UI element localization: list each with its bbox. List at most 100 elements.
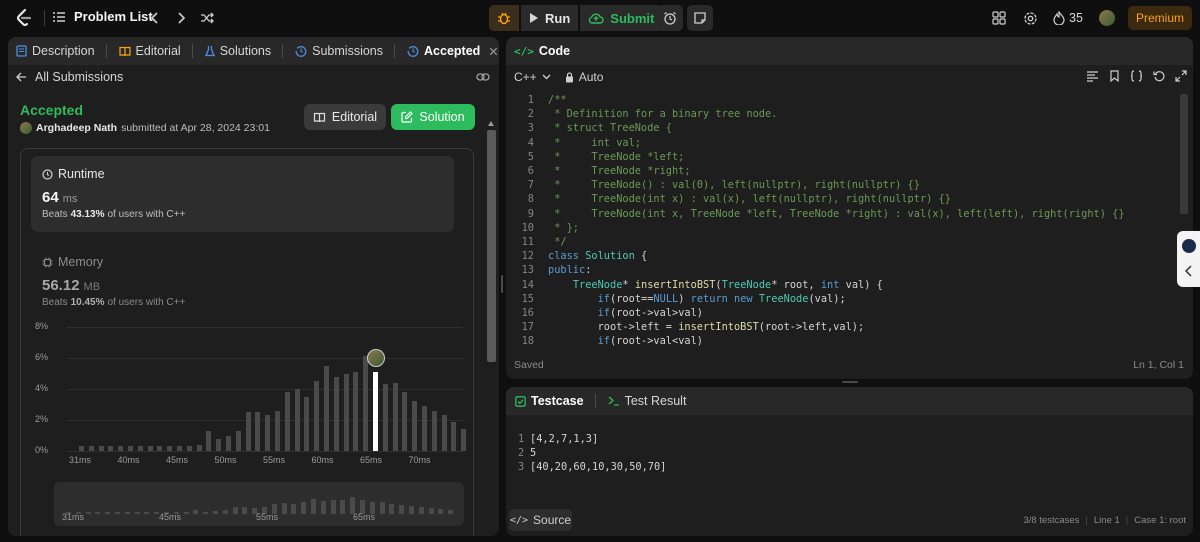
chart-bar[interactable] xyxy=(294,389,300,451)
chart-bar[interactable] xyxy=(157,446,163,451)
streak-counter[interactable]: 35 xyxy=(1053,10,1087,26)
code-line: 6 * TreeNode *right; xyxy=(506,165,691,179)
chart-bar[interactable] xyxy=(235,430,241,451)
reset-icon[interactable] xyxy=(1153,70,1165,82)
memory-box[interactable]: Memory 56.12 MB Beats 10.45% of users with … xyxy=(31,241,454,313)
chart-bar[interactable] xyxy=(79,446,84,451)
memory-value-row: 56.12 MB xyxy=(42,277,100,294)
chart-bar[interactable] xyxy=(118,446,124,451)
code-token: * }; xyxy=(548,221,579,234)
chart-bar[interactable] xyxy=(137,446,143,451)
vertical-splitter-handle[interactable] xyxy=(501,275,503,293)
code-line: 13 public: xyxy=(506,264,592,278)
chart-bar[interactable] xyxy=(88,446,94,451)
side-widget[interactable] xyxy=(1177,231,1200,287)
chart-bar[interactable] xyxy=(177,446,182,451)
chart-bar[interactable] xyxy=(333,376,339,451)
link-icon[interactable] xyxy=(476,71,490,83)
scrollbar-thumb[interactable] xyxy=(487,130,496,362)
testcase-panel: Testcase Test Result 1 [4,2,7,1,3] 25 3 [4… xyxy=(506,387,1193,536)
debug-button[interactable] xyxy=(489,5,519,31)
chart-bar[interactable] xyxy=(98,446,104,451)
horizontal-splitter-handle[interactable] xyxy=(842,381,858,383)
chart-bar[interactable] xyxy=(363,356,369,451)
scroll-up-arrow[interactable] xyxy=(488,121,494,126)
chart-bar[interactable] xyxy=(343,373,349,451)
chart-bar[interactable] xyxy=(392,382,398,451)
leetcode-logo-icon[interactable] xyxy=(14,8,34,28)
tab-solutions[interactable]: Solutions xyxy=(199,37,289,65)
chart-bar[interactable] xyxy=(147,446,153,451)
chart-bar[interactable] xyxy=(206,430,212,451)
code-token: TreeNode xyxy=(572,278,623,291)
auto-mode[interactable]: Auto xyxy=(565,70,603,84)
settings-button[interactable] xyxy=(1022,10,1038,26)
avatar[interactable] xyxy=(1099,10,1115,26)
source-button[interactable]: </> Source xyxy=(509,509,572,531)
testcase-editor[interactable]: 1 [4,2,7,1,3] 25 3 [40,20,60,10,30,50,70] xyxy=(518,432,666,474)
chart-bar[interactable] xyxy=(353,371,359,451)
run-button[interactable]: Run xyxy=(521,5,579,31)
y-tick-label: 6% xyxy=(35,352,49,362)
notes-button[interactable] xyxy=(687,5,713,31)
chart-bar[interactable] xyxy=(412,401,418,451)
premium-button[interactable]: Premium xyxy=(1128,6,1192,30)
tab-description[interactable]: Description xyxy=(8,37,113,65)
editor-scrollbar-thumb[interactable] xyxy=(1180,94,1188,214)
tab-testcase[interactable]: Testcase xyxy=(506,387,602,415)
code-editor[interactable]: 1 /** 2 * Definition for a binary tree nod… xyxy=(506,94,1176,346)
author-name[interactable]: Arghadeep Nath xyxy=(36,122,117,134)
chart-bar[interactable] xyxy=(226,435,231,451)
chart-bar[interactable] xyxy=(324,365,329,451)
prev-problem-button[interactable] xyxy=(146,9,164,27)
chart-bar[interactable] xyxy=(431,410,437,451)
chart-bar[interactable] xyxy=(461,429,467,451)
tab-submissions[interactable]: Submissions xyxy=(289,37,401,65)
code-text: * }; xyxy=(542,222,579,236)
chart-bar[interactable] xyxy=(265,415,271,451)
chart-bar[interactable] xyxy=(245,412,251,451)
scrollbar[interactable] xyxy=(486,121,497,536)
next-problem-button[interactable] xyxy=(172,9,190,27)
chart-bar[interactable] xyxy=(382,384,388,451)
tab-test-result[interactable]: Test Result xyxy=(602,387,693,415)
chart-bar[interactable] xyxy=(186,446,192,451)
runtime-box[interactable]: Runtime 64 ms Beats 43.13% of users with C+… xyxy=(31,156,454,232)
highlighted-bar[interactable] xyxy=(373,371,378,451)
timer-button[interactable] xyxy=(657,5,683,31)
mini-x-tick-label: 65ms xyxy=(353,512,376,522)
range-selector[interactable]: 31ms 45ms 55ms 65ms xyxy=(54,482,464,526)
chart-bar[interactable] xyxy=(196,444,202,451)
chart-bar[interactable] xyxy=(402,392,408,451)
chart-bar[interactable] xyxy=(314,381,320,451)
solution-button[interactable]: Solution xyxy=(391,104,475,130)
history-icon xyxy=(295,46,307,57)
chart-bar[interactable] xyxy=(284,392,290,451)
editorial-button[interactable]: Editorial xyxy=(304,104,386,130)
close-icon[interactable]: ✕ xyxy=(488,44,498,59)
chart-bar[interactable] xyxy=(108,446,114,451)
bookmark-icon[interactable] xyxy=(1109,70,1120,82)
tab-editorial[interactable]: Editorial xyxy=(113,37,199,65)
submit-button[interactable]: Submit xyxy=(580,5,663,31)
tab-code[interactable]: </> Code xyxy=(506,37,576,65)
all-submissions-link[interactable]: All Submissions xyxy=(16,70,123,84)
chart-bar[interactable] xyxy=(167,446,173,451)
chart-bar[interactable] xyxy=(275,410,280,451)
random-problem-button[interactable] xyxy=(198,9,216,27)
chart-bar[interactable] xyxy=(216,438,222,451)
code-token: return new xyxy=(690,292,759,305)
chart-bar[interactable] xyxy=(451,421,457,451)
tab-accepted[interactable]: Accepted ✕ xyxy=(401,37,499,65)
chart-bar[interactable] xyxy=(255,412,261,451)
format-icon[interactable] xyxy=(1086,70,1099,82)
chart-bar[interactable] xyxy=(304,396,310,451)
chart-bar[interactable] xyxy=(422,406,427,451)
language-select[interactable]: C++ xyxy=(514,70,551,84)
layout-button[interactable] xyxy=(991,10,1007,26)
braces-icon[interactable] xyxy=(1130,70,1143,82)
problem-list-button[interactable]: Problem List xyxy=(52,9,153,24)
chart-bar[interactable] xyxy=(128,446,133,451)
chart-bar[interactable] xyxy=(441,415,447,451)
fullscreen-icon[interactable] xyxy=(1175,70,1187,82)
